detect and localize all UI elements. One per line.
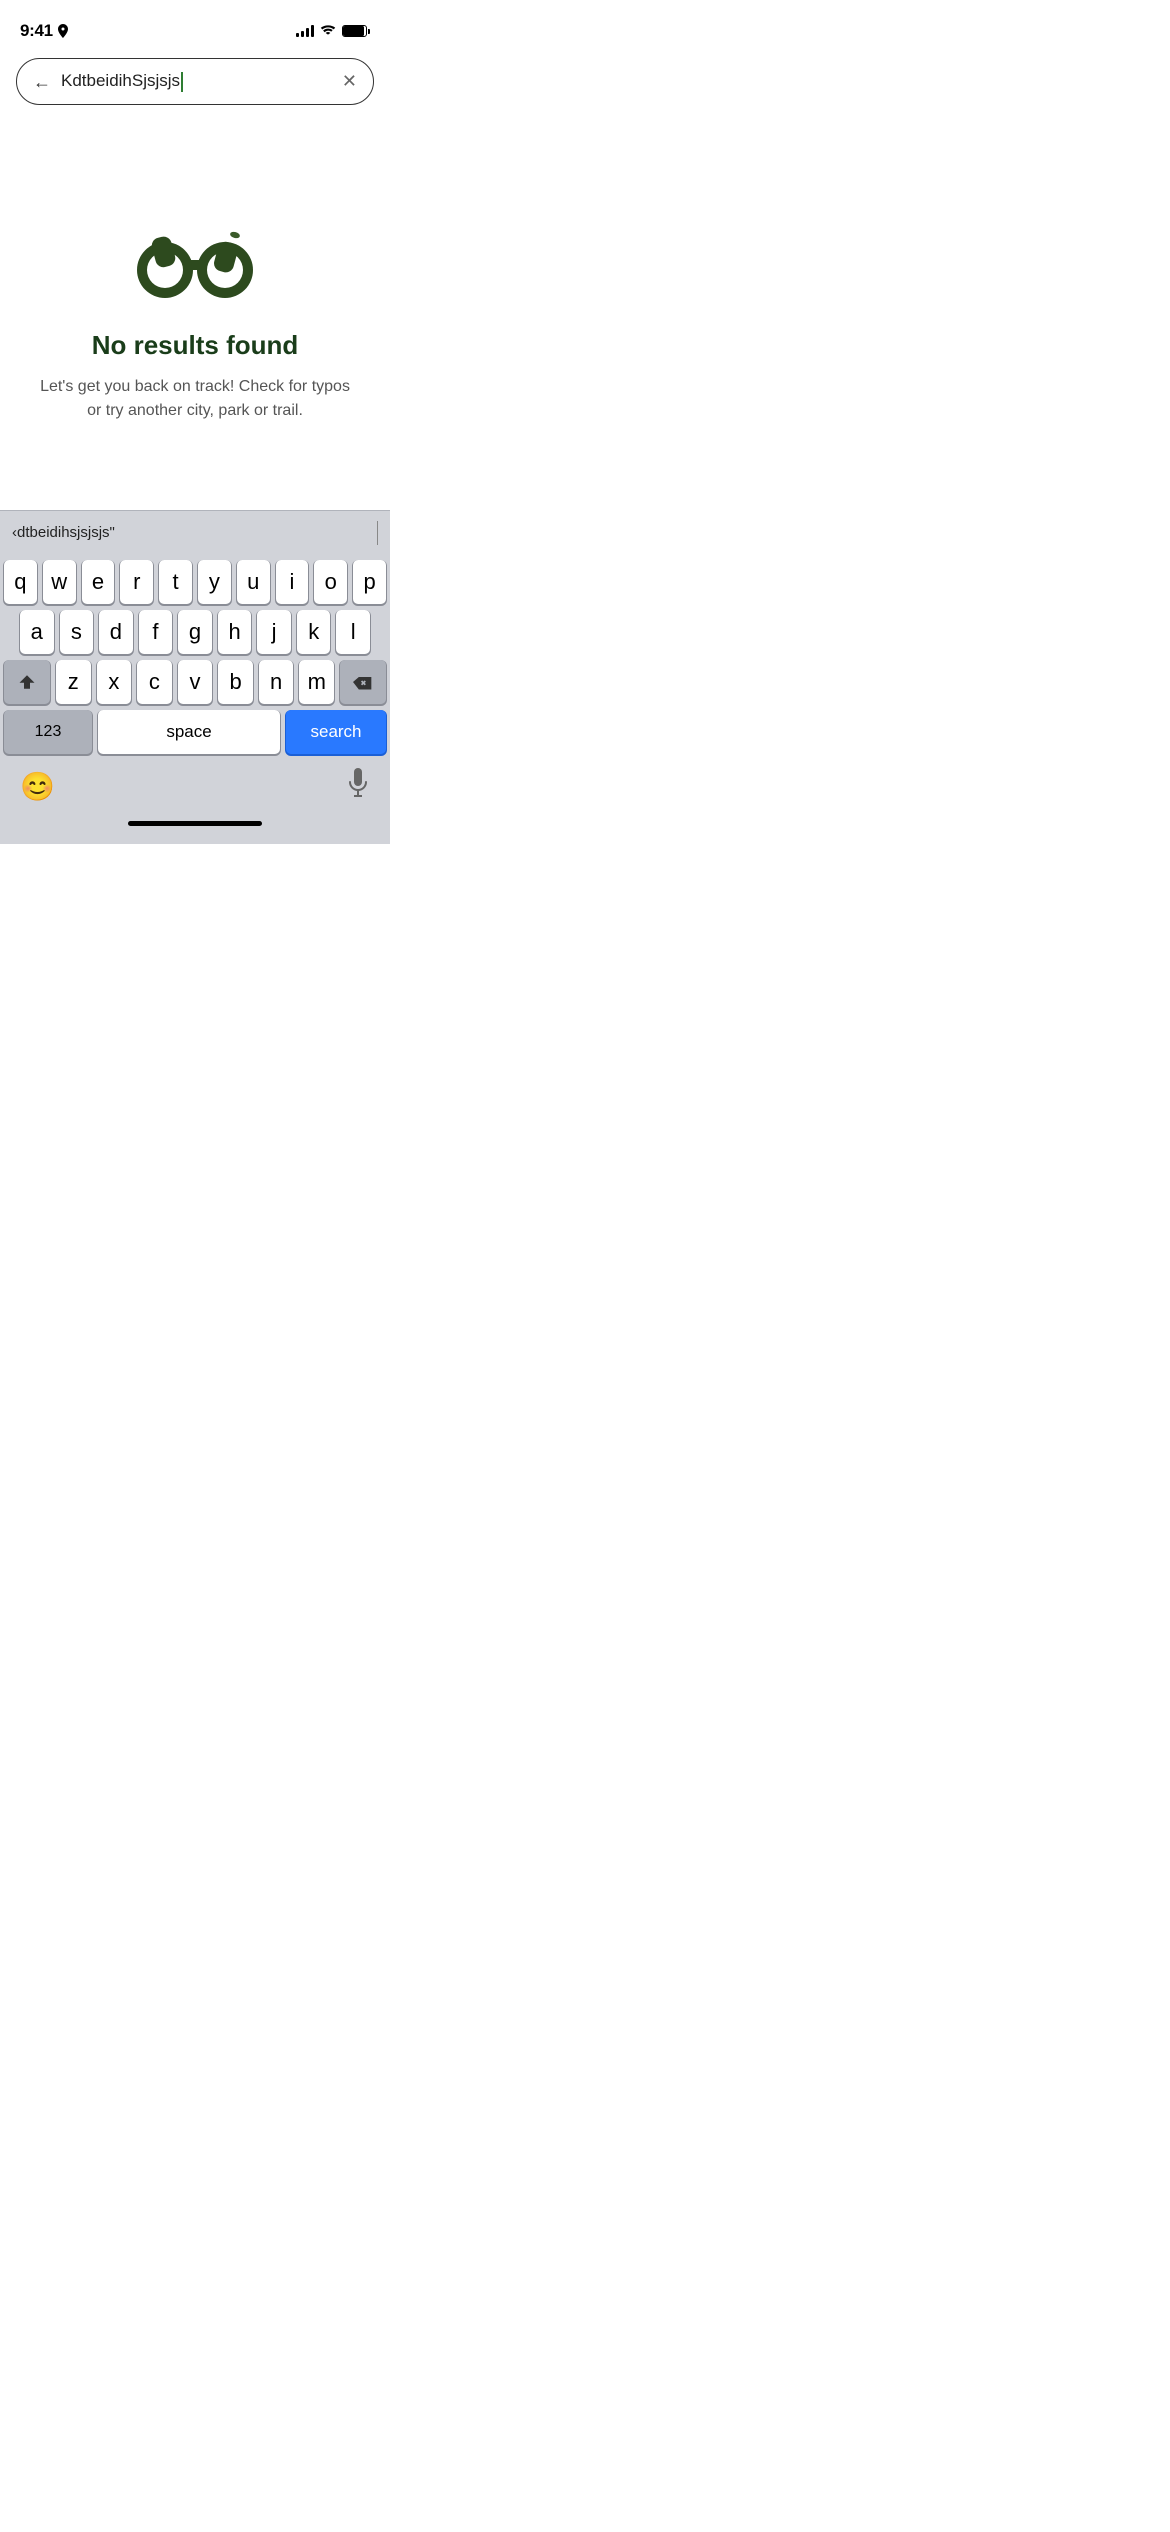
suggestion-text: ‹dtbeidihsjsjsjs"	[12, 524, 115, 541]
home-bar	[128, 821, 262, 826]
time-label: 9:41	[20, 21, 53, 41]
search-input[interactable]: KdtbeidihSjsjsjs	[61, 71, 332, 92]
key-z[interactable]: z	[56, 660, 91, 704]
no-results-title: No results found	[92, 330, 299, 361]
key-a[interactable]: a	[20, 610, 54, 654]
keyboard-row-3: z x c v b n m	[0, 654, 390, 704]
key-r[interactable]: r	[120, 560, 153, 604]
space-key[interactable]: space	[98, 710, 280, 754]
no-results-subtitle: Let's get you back on track! Check for t…	[35, 375, 355, 423]
key-t[interactable]: t	[159, 560, 192, 604]
clear-button[interactable]: ✕	[342, 71, 357, 92]
key-k[interactable]: k	[297, 610, 331, 654]
suggestion-bar: ‹dtbeidihsjsjsjs"	[0, 510, 390, 554]
key-w[interactable]: w	[43, 560, 76, 604]
home-indicator	[0, 810, 390, 844]
back-button[interactable]: ←	[33, 73, 51, 91]
key-m[interactable]: m	[299, 660, 334, 704]
emoji-button[interactable]: 😊	[20, 770, 55, 803]
text-cursor	[181, 72, 183, 92]
key-q[interactable]: q	[4, 560, 37, 604]
status-time: 9:41	[20, 21, 69, 41]
key-h[interactable]: h	[218, 610, 252, 654]
binoculars-icon	[130, 205, 260, 310]
suggestion-separator	[377, 521, 378, 545]
search-bar-container: ← KdtbeidihSjsjsjs ✕	[0, 48, 390, 117]
location-icon	[57, 24, 69, 38]
keyboard-bottom-row: 123 space search	[0, 704, 390, 758]
search-bar: ← KdtbeidihSjsjsjs ✕	[16, 58, 374, 105]
key-s[interactable]: s	[60, 610, 94, 654]
search-key[interactable]: search	[286, 710, 386, 754]
key-o[interactable]: o	[314, 560, 347, 604]
key-x[interactable]: x	[97, 660, 132, 704]
key-c[interactable]: c	[137, 660, 172, 704]
key-i[interactable]: i	[276, 560, 309, 604]
signal-icon	[296, 25, 314, 37]
key-e[interactable]: e	[82, 560, 115, 604]
search-input-value: KdtbeidihSjsjsjs	[61, 71, 180, 90]
key-g[interactable]: g	[178, 610, 212, 654]
key-l[interactable]: l	[336, 610, 370, 654]
shift-key[interactable]	[4, 660, 50, 704]
key-n[interactable]: n	[259, 660, 294, 704]
key-p[interactable]: p	[353, 560, 386, 604]
key-f[interactable]: f	[139, 610, 173, 654]
emoji-row: 😊	[0, 758, 390, 810]
status-icons	[296, 22, 370, 40]
microphone-button[interactable]	[346, 768, 370, 805]
empty-state: No results found Let's get you back on t…	[0, 117, 390, 510]
backspace-key[interactable]	[340, 660, 386, 704]
wifi-icon	[320, 22, 336, 40]
key-b[interactable]: b	[218, 660, 253, 704]
key-j[interactable]: j	[257, 610, 291, 654]
key-v[interactable]: v	[178, 660, 213, 704]
key-u[interactable]: u	[237, 560, 270, 604]
keyboard-row-2: a s d f g h j k l	[0, 604, 390, 654]
numbers-key[interactable]: 123	[4, 710, 92, 754]
key-d[interactable]: d	[99, 610, 133, 654]
keyboard: q w e r t y u i o p a s d f g h j k l z …	[0, 554, 390, 844]
key-y[interactable]: y	[198, 560, 231, 604]
battery-icon	[342, 25, 370, 37]
keyboard-row-1: q w e r t y u i o p	[0, 554, 390, 604]
status-bar: 9:41	[0, 0, 390, 48]
